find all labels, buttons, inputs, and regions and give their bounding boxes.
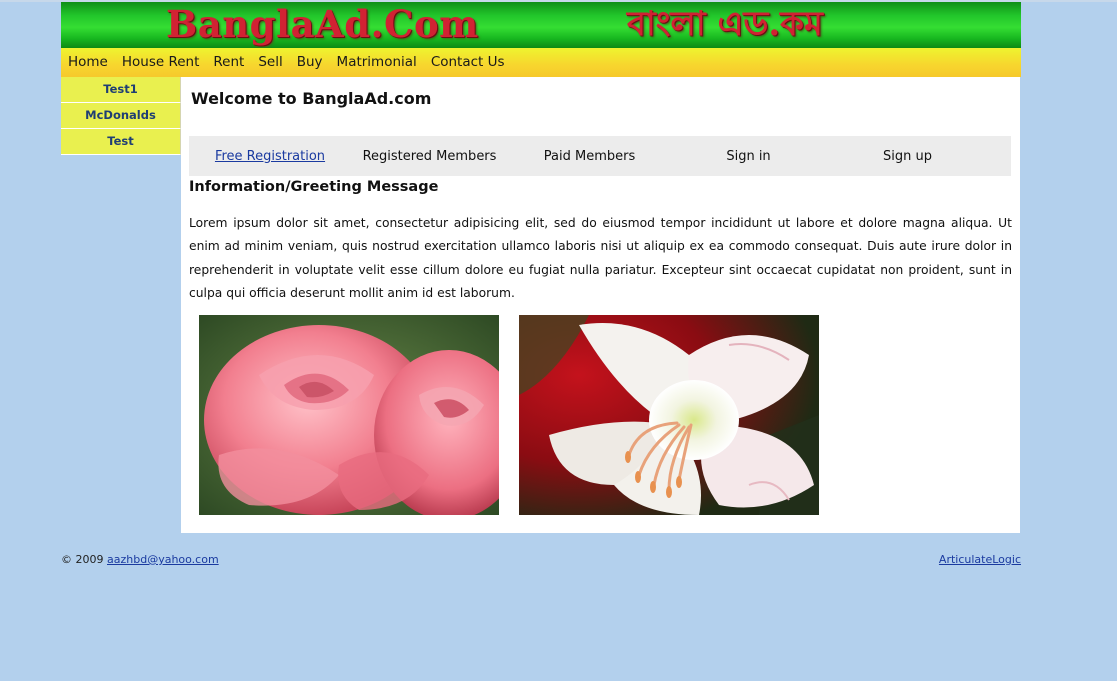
menu-item-home[interactable]: Home: [61, 48, 115, 77]
site-banner: BanglaAd.Com বাংলা এড.কম: [61, 2, 1021, 48]
sidebar-item-test1[interactable]: Test1: [61, 77, 181, 103]
menu-item-contact-us[interactable]: Contact Us: [424, 48, 512, 77]
sidebar-item-test[interactable]: Test: [61, 129, 181, 155]
paid-members-link[interactable]: Paid Members: [508, 149, 671, 164]
lily-image: [519, 315, 819, 515]
free-registration-link[interactable]: Free Registration: [189, 149, 351, 164]
main-menu: Home House Rent Rent Sell Buy Matrimonia…: [61, 48, 1021, 77]
registered-members-link[interactable]: Registered Members: [351, 149, 508, 164]
menu-item-sell[interactable]: Sell: [251, 48, 289, 77]
menu-item-house-rent[interactable]: House Rent: [115, 48, 207, 77]
section-heading: Information/Greeting Message: [189, 179, 439, 195]
rose-image: [199, 315, 499, 515]
greeting-paragraph: Lorem ipsum dolor sit amet, consectetur …: [189, 216, 1012, 300]
rose-photo: [199, 315, 499, 515]
footer-copyright: © 2009 aazhbd@yahoo.com: [61, 553, 219, 566]
menu-item-buy[interactable]: Buy: [290, 48, 330, 77]
left-sidebar: Test1 McDonalds Test: [61, 77, 181, 155]
lily-photo: [519, 315, 819, 515]
menu-item-rent[interactable]: Rent: [206, 48, 251, 77]
main-content: Welcome to BanglaAd.com Free Registratio…: [181, 77, 1020, 533]
banner-title-bangla: বাংলা এড.কম: [627, 4, 823, 44]
page-wrapper: BanglaAd.Com বাংলা এড.কম Home House Rent…: [61, 2, 1021, 533]
menu-item-matrimonial[interactable]: Matrimonial: [330, 48, 424, 77]
sign-up-link[interactable]: Sign up: [826, 149, 989, 164]
member-nav: Free Registration Registered Members Pai…: [189, 136, 1011, 176]
sidebar-item-mcdonalds[interactable]: McDonalds: [61, 103, 181, 129]
articulatelogic-link[interactable]: ArticulateLogic: [939, 553, 1021, 566]
sign-in-link[interactable]: Sign in: [671, 149, 826, 164]
content-row: Test1 McDonalds Test Welcome to BanglaAd…: [61, 77, 1021, 533]
footer-credit: ArticulateLogic: [939, 553, 1021, 566]
email-link[interactable]: aazhbd@yahoo.com: [107, 553, 219, 566]
banner-title-english: BanglaAd.Com: [166, 2, 479, 46]
page-title: Welcome to BanglaAd.com: [191, 89, 432, 108]
copyright-text: © 2009: [61, 553, 104, 566]
